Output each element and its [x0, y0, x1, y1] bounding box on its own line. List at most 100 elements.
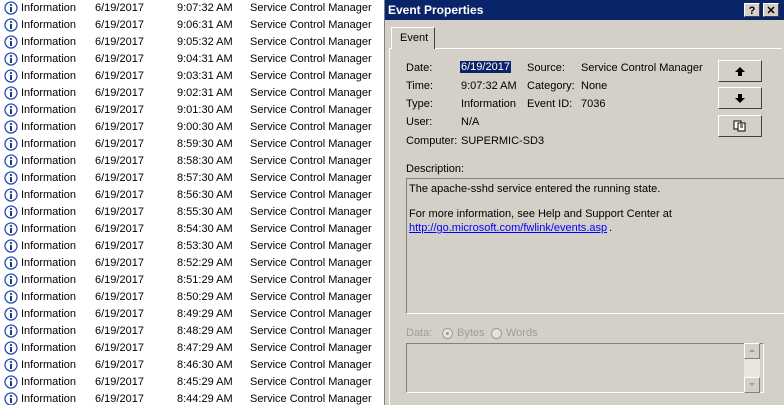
- previous-event-button[interactable]: [718, 60, 762, 82]
- source-value[interactable]: Service Control Manager: [581, 62, 703, 74]
- bytes-radio[interactable]: [442, 328, 453, 339]
- event-row[interactable]: Information 6/19/2017 9:01:30 AM Service Co…: [0, 102, 384, 119]
- time-value[interactable]: 9:07:32 AM: [461, 80, 517, 92]
- event-row[interactable]: Information 6/19/2017 8:53:30 AM Service Co…: [0, 238, 384, 255]
- category-value[interactable]: None: [581, 80, 607, 92]
- event-time: 9:00:30 AM: [177, 121, 233, 133]
- user-value[interactable]: N/A: [461, 116, 479, 128]
- information-icon: [4, 324, 18, 338]
- event-type: Information: [21, 87, 77, 99]
- help-button[interactable]: ?: [744, 3, 760, 17]
- scroll-up-button[interactable]: [744, 343, 760, 359]
- information-icon: [4, 290, 18, 304]
- event-date: 6/19/2017: [95, 325, 144, 337]
- event-source: Service Control Manager: [250, 359, 372, 371]
- event-row[interactable]: Information 6/19/2017 8:51:29 AM Service Co…: [0, 272, 384, 289]
- computer-label: Computer:: [406, 135, 458, 147]
- information-icon: [4, 358, 18, 372]
- event-type: Information: [21, 291, 77, 303]
- description-label: Description:: [406, 163, 465, 175]
- event-row[interactable]: Information 6/19/2017 9:04:31 AM Service Co…: [0, 51, 384, 68]
- event-row[interactable]: Information 6/19/2017 8:50:29 AM Service Co…: [0, 289, 384, 306]
- type-label: Type:: [406, 98, 433, 110]
- event-row[interactable]: Information 6/19/2017 9:06:31 AM Service Co…: [0, 17, 384, 34]
- event-id-value[interactable]: 7036: [581, 98, 605, 110]
- description-box[interactable]: The apache-sshd service entered the runn…: [406, 178, 784, 314]
- time-label: Time:: [406, 80, 434, 92]
- event-row[interactable]: Information 6/19/2017 9:05:32 AM Service Co…: [0, 34, 384, 51]
- event-row[interactable]: Information 6/19/2017 9:02:31 AM Service Co…: [0, 85, 384, 102]
- data-box[interactable]: [406, 343, 764, 393]
- event-row[interactable]: Information 6/19/2017 8:54:30 AM Service Co…: [0, 221, 384, 238]
- event-type: Information: [21, 53, 77, 65]
- type-value[interactable]: Information: [461, 98, 516, 110]
- tab-event[interactable]: Event: [391, 27, 435, 49]
- event-source: Service Control Manager: [250, 274, 372, 286]
- event-row[interactable]: Information 6/19/2017 8:45:29 AM Service Co…: [0, 374, 384, 391]
- scroll-down-button[interactable]: [744, 377, 760, 393]
- event-type: Information: [21, 138, 77, 150]
- description-line-2: For more information, see Help and Suppo…: [409, 208, 672, 220]
- dialog-title: Event Properties: [388, 3, 484, 17]
- event-list[interactable]: Information 6/19/2017 9:07:32 AM Service Co…: [0, 0, 384, 405]
- date-value[interactable]: 6/19/2017: [460, 61, 511, 73]
- information-icon: [4, 69, 18, 83]
- event-source: Service Control Manager: [250, 104, 372, 116]
- event-row[interactable]: Information 6/19/2017 8:47:29 AM Service Co…: [0, 340, 384, 357]
- words-radio[interactable]: [491, 328, 502, 339]
- event-time: 9:07:32 AM: [177, 2, 233, 14]
- data-scrollbar[interactable]: [744, 343, 760, 393]
- close-button[interactable]: ✕: [763, 3, 779, 17]
- event-date: 6/19/2017: [95, 36, 144, 48]
- event-row[interactable]: Information 6/19/2017 8:59:30 AM Service Co…: [0, 136, 384, 153]
- information-icon: [4, 154, 18, 168]
- event-row[interactable]: Information 6/19/2017 8:55:30 AM Service Co…: [0, 204, 384, 221]
- event-row[interactable]: Information 6/19/2017 8:56:30 AM Service Co…: [0, 187, 384, 204]
- scroll-down-icon: [749, 383, 755, 386]
- information-icon: [4, 188, 18, 202]
- event-row[interactable]: Information 6/19/2017 8:58:30 AM Service Co…: [0, 153, 384, 170]
- copy-button[interactable]: [718, 115, 762, 137]
- event-source: Service Control Manager: [250, 393, 372, 405]
- event-row[interactable]: Information 6/19/2017 8:57:30 AM Service Co…: [0, 170, 384, 187]
- event-row[interactable]: Information 6/19/2017 8:52:29 AM Service Co…: [0, 255, 384, 272]
- event-row[interactable]: Information 6/19/2017 8:44:29 AM Service Co…: [0, 391, 384, 405]
- event-row[interactable]: Information 6/19/2017 8:48:29 AM Service Co…: [0, 323, 384, 340]
- event-type: Information: [21, 19, 77, 31]
- event-type: Information: [21, 155, 77, 167]
- arrow-up-icon: [735, 67, 745, 76]
- event-date: 6/19/2017: [95, 359, 144, 371]
- event-source: Service Control Manager: [250, 257, 372, 269]
- event-time: 8:57:30 AM: [177, 172, 233, 184]
- event-row[interactable]: Information 6/19/2017 8:46:30 AM Service Co…: [0, 357, 384, 374]
- event-source: Service Control Manager: [250, 53, 372, 65]
- event-source: Service Control Manager: [250, 155, 372, 167]
- event-row[interactable]: Information 6/19/2017 9:07:32 AM Service Co…: [0, 0, 384, 17]
- help-link[interactable]: http://go.microsoft.com/fwlink/events.as…: [409, 222, 607, 234]
- event-row[interactable]: Information 6/19/2017 9:03:31 AM Service Co…: [0, 68, 384, 85]
- event-row[interactable]: Information 6/19/2017 9:00:30 AM Service Co…: [0, 119, 384, 136]
- event-time: 8:48:29 AM: [177, 325, 233, 337]
- next-event-button[interactable]: [718, 87, 762, 109]
- information-icon: [4, 52, 18, 66]
- event-source: Service Control Manager: [250, 325, 372, 337]
- event-time: 8:50:29 AM: [177, 291, 233, 303]
- title-bar[interactable]: Event Properties ? ✕: [385, 0, 784, 20]
- link-suffix: .: [609, 222, 613, 234]
- event-date: 6/19/2017: [95, 223, 144, 235]
- computer-value[interactable]: SUPERMIC-SD3: [461, 135, 544, 147]
- event-time: 9:02:31 AM: [177, 87, 233, 99]
- event-row[interactable]: Information 6/19/2017 8:49:29 AM Service Co…: [0, 306, 384, 323]
- event-source: Service Control Manager: [250, 121, 372, 133]
- event-type: Information: [21, 325, 77, 337]
- event-time: 9:01:30 AM: [177, 104, 233, 116]
- event-date: 6/19/2017: [95, 189, 144, 201]
- arrow-down-icon: [735, 94, 745, 103]
- event-type: Information: [21, 308, 77, 320]
- category-label: Category:: [527, 80, 575, 92]
- event-time: 8:56:30 AM: [177, 189, 233, 201]
- event-source: Service Control Manager: [250, 19, 372, 31]
- event-type: Information: [21, 121, 77, 133]
- information-icon: [4, 103, 18, 117]
- event-time: 8:58:30 AM: [177, 155, 233, 167]
